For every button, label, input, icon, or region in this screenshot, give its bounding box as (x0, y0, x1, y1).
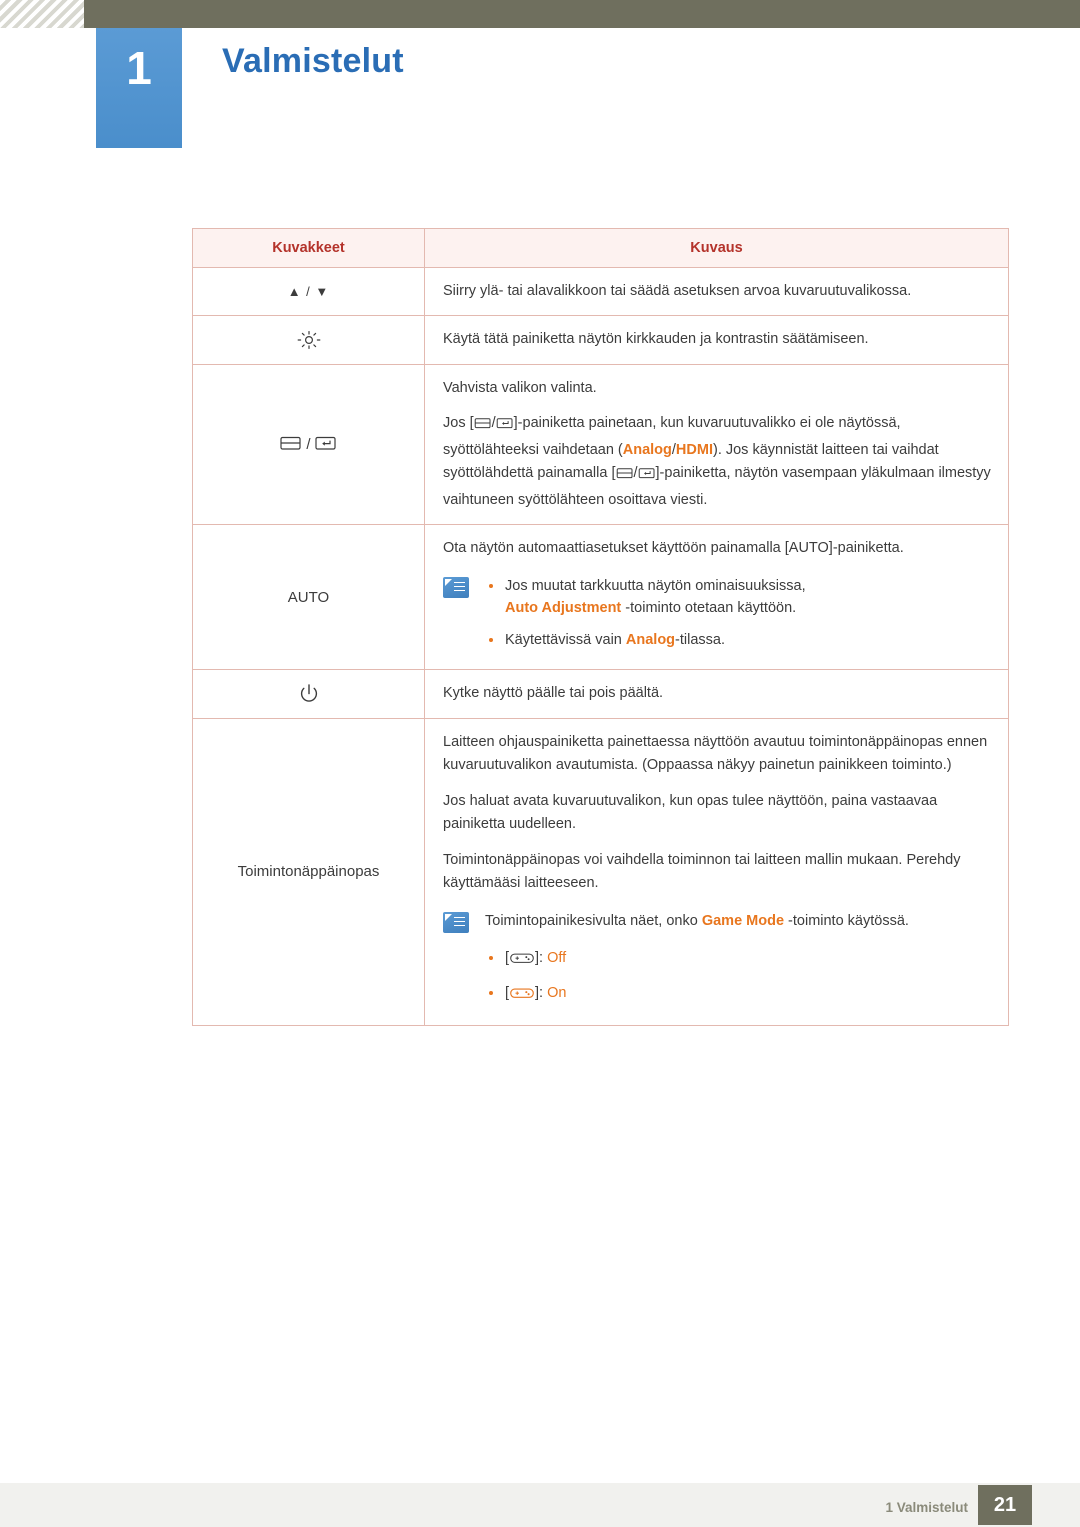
enter-glyph-inline (496, 415, 514, 438)
description-paragraph: Ota näytön automaattiasetukset käyttöön … (443, 540, 904, 557)
list-item: Käytettävissä vain Analog-tilassa. (485, 629, 992, 651)
note-block: Toimintopainikesivulta näet, onko Game M… (443, 910, 992, 1007)
note-text: Toimintopainikesivulta näet, onko Game M… (485, 910, 992, 933)
brightness-sun-icon (192, 315, 425, 365)
power-glyph (298, 683, 320, 705)
footer-chapter-label: 1 Valmistelut (885, 1500, 968, 1515)
source-enter-icon: / (192, 363, 425, 526)
table-row: Toimintonäppäinopas Laitteen ohjauspaini… (192, 717, 1009, 1027)
bracket-close: ]: (535, 950, 544, 967)
column-header-icons: Kuvakkeet (192, 228, 425, 268)
note-document-icon (443, 576, 471, 599)
table-row: / Vahvista valikon valinta. Jos [/]-pain… (192, 363, 1009, 526)
description-paragraph: Jos haluat avata kuvaruutuvalikon, kun o… (443, 792, 938, 833)
footer-page-number: 21 (978, 1485, 1032, 1525)
state-on: On (547, 984, 567, 1001)
list-item: []: On (485, 982, 992, 1007)
column-header-description: Kuvaus (424, 228, 1009, 268)
label-hdmi: HDMI (675, 441, 713, 458)
table-row: Käytä tätä painiketta näytön kirkkauden … (192, 315, 1009, 365)
note-body: Toimintopainikesivulta näet, onko Game M… (485, 910, 992, 1007)
row-description: Käytä tätä painiketta näytön kirkkauden … (424, 315, 1009, 365)
up-down-arrows-icon: ▲ / ▼ (192, 266, 425, 317)
description-paragraph: Vahvista valikon valinta. (443, 379, 597, 396)
table-header-row: Kuvakkeet Kuvaus (192, 228, 1009, 268)
row-description: Laitteen ohjauspainiketta painettaessa n… (424, 717, 1009, 1027)
enter-glyph (315, 434, 337, 456)
list-item: []: Off (485, 947, 992, 972)
enter-glyph-inline-2 (638, 465, 656, 488)
game-mode-state-list: []: Off []: On (485, 947, 992, 1007)
sun-glyph (296, 329, 322, 351)
bullet-text-pre: Jos muutat tarkkuutta näytön ominaisuuks… (505, 577, 806, 594)
gamepad-off-icon (509, 950, 535, 972)
header-hatch-decoration (0, 0, 84, 28)
description-paragraph: Laitteen ohjauspainiketta painettaessa n… (443, 733, 988, 774)
gamepad-on-icon (509, 985, 535, 1007)
table-row: Kytke näyttö päälle tai pois päältä. (192, 669, 1009, 719)
page-title: Valmistelut (222, 42, 404, 80)
source-glyph-inline-2 (616, 465, 634, 488)
source-glyph (280, 434, 302, 456)
row-description: Siirry ylä- tai alavalikkoon tai säädä a… (424, 266, 1009, 317)
function-key-guide-label: Toimintonäppäinopas (192, 717, 425, 1027)
bullet-text-post: -tilassa. (675, 631, 726, 648)
bullet-text-pre: Käytettävissä vain (505, 631, 622, 648)
note-text-post: -toiminto käytössä. (788, 912, 909, 929)
up-down-arrows-label: ▲ / ▼ (287, 284, 330, 300)
note-document-icon (443, 911, 471, 934)
chapter-number: 1 (126, 42, 152, 94)
note-text-pre: Toimintopainikesivulta näet, onko (485, 912, 698, 929)
auto-label: AUTO (287, 588, 330, 606)
text-jos: Jos [ (443, 415, 474, 432)
state-off: Off (547, 950, 567, 967)
description-paragraph: Toimintonäppäinopas voi vaihdella toimin… (443, 851, 961, 892)
bracket-close: ]: (535, 984, 544, 1001)
description-paragraph: Kytke näyttö päälle tai pois päältä. (443, 685, 664, 702)
description-paragraph: Siirry ylä- tai alavalikkoon tai säädä a… (443, 283, 912, 299)
icon-separator: / (306, 435, 311, 453)
row-description: Ota näytön automaattiasetukset käyttöön … (424, 524, 1009, 671)
row-description: Vahvista valikon valinta. Jos [/]-painik… (424, 363, 1009, 526)
label-analog: Analog (622, 441, 672, 458)
source-glyph-inline (474, 415, 492, 438)
function-key-guide-text: Toimintonäppäinopas (237, 863, 380, 881)
note-body: Jos muutat tarkkuutta näytön ominaisuuks… (485, 575, 992, 651)
top-header-bar (0, 0, 1080, 28)
note-bullet-list: Jos muutat tarkkuutta näytön ominaisuuks… (485, 575, 992, 651)
label-analog-mode: Analog (625, 631, 676, 648)
auto-button-icon: AUTO (192, 524, 425, 671)
table-row: AUTO Ota näytön automaattiasetukset käyt… (192, 524, 1009, 671)
description-paragraph-source: Jos [/]-painiketta painetaan, kun kuvaru… (443, 412, 992, 512)
row-description: Kytke näyttö päälle tai pois päältä. (424, 669, 1009, 719)
note-block: Jos muutat tarkkuutta näytön ominaisuuks… (443, 575, 992, 651)
label-auto-adjustment: Auto Adjustment (505, 600, 622, 617)
list-item: Jos muutat tarkkuutta näytön ominaisuuks… (485, 575, 992, 620)
power-button-icon (192, 669, 425, 719)
description-paragraph: Käytä tätä painiketta näytön kirkkauden … (443, 331, 869, 348)
bullet-text-post: -toiminto otetaan käyttöön. (625, 600, 797, 617)
button-description-table: Kuvakkeet Kuvaus ▲ / ▼ Siirry ylä- tai a… (192, 228, 1009, 1027)
table-row: ▲ / ▼ Siirry ylä- tai alavalikkoon tai s… (192, 266, 1009, 317)
label-game-mode: Game Mode (701, 912, 785, 929)
